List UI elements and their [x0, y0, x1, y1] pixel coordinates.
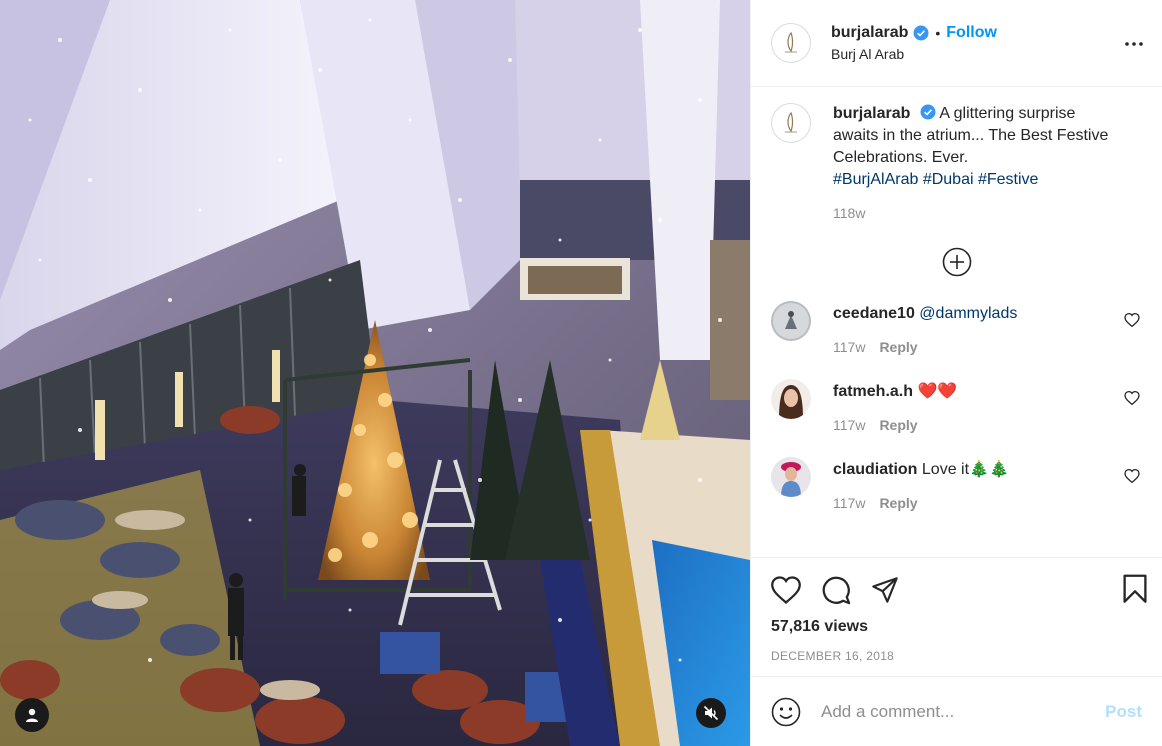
- comment-time[interactable]: 117w: [833, 495, 865, 511]
- load-more-icon[interactable]: [942, 247, 972, 277]
- comment: ceedane10 @dammylads 117w Reply: [771, 301, 1142, 355]
- add-comment-bar: Post: [751, 676, 1162, 746]
- share-icon[interactable]: [871, 576, 899, 604]
- commenter-avatar[interactable]: [771, 457, 811, 497]
- post-location[interactable]: Burj Al Arab: [831, 46, 997, 62]
- load-more-comments: [771, 247, 1142, 277]
- caption-username[interactable]: burjalarab: [833, 105, 910, 122]
- heart-icon[interactable]: [1124, 313, 1140, 327]
- comment-text: ❤️❤️: [917, 383, 958, 400]
- separator-dot: •: [935, 25, 941, 41]
- heart-icon[interactable]: [771, 576, 801, 604]
- post-video[interactable]: [0, 0, 750, 746]
- commenter-username[interactable]: claudiation: [833, 461, 917, 478]
- commenter-username[interactable]: fatmeh.a.h: [833, 383, 913, 400]
- atrium-video-frame: [0, 0, 750, 746]
- caption: burjalarab A glittering surprise awaits …: [771, 103, 1142, 221]
- comment-mention[interactable]: @dammylads: [919, 305, 1017, 322]
- author-username[interactable]: burjalarab: [831, 24, 908, 42]
- commenter-username[interactable]: ceedane10: [833, 305, 915, 322]
- caption-author-avatar[interactable]: [771, 103, 811, 143]
- comment-icon[interactable]: [821, 575, 851, 605]
- bookmark-icon[interactable]: [1122, 574, 1148, 604]
- post-dialog: burjalarab • Follow Burj Al Arab burjala…: [0, 0, 1162, 746]
- comments-list[interactable]: burjalarab A glittering surprise awaits …: [751, 87, 1162, 557]
- post-header: burjalarab • Follow Burj Al Arab: [751, 0, 1162, 87]
- post-comment-button[interactable]: Post: [1105, 702, 1142, 722]
- follow-button[interactable]: Follow: [946, 24, 997, 42]
- commenter-avatar[interactable]: [771, 301, 811, 341]
- reply-button[interactable]: Reply: [879, 495, 917, 511]
- comment-time[interactable]: 117w: [833, 339, 865, 355]
- comment: claudiation Love it🎄🎄 117w Reply: [771, 457, 1142, 511]
- post-side-panel: burjalarab • Follow Burj Al Arab burjala…: [750, 0, 1162, 746]
- caption-timestamp[interactable]: 118w: [833, 205, 1123, 221]
- post-date[interactable]: DECEMBER 16, 2018: [771, 649, 1142, 663]
- author-avatar[interactable]: [771, 23, 811, 63]
- comment-time[interactable]: 117w: [833, 417, 865, 433]
- comment: fatmeh.a.h ❤️❤️ 117w Reply: [771, 379, 1142, 433]
- commenter-avatar[interactable]: [771, 379, 811, 419]
- view-count[interactable]: 57,816 views: [771, 618, 1142, 636]
- comment-text: Love it🎄🎄: [921, 461, 1009, 478]
- reply-button[interactable]: Reply: [879, 339, 917, 355]
- verified-icon: [913, 25, 929, 41]
- verified-icon: [920, 104, 936, 120]
- hashtag-link[interactable]: #Dubai: [923, 171, 974, 188]
- emoji-icon[interactable]: [771, 697, 801, 727]
- mute-icon[interactable]: [696, 698, 726, 728]
- reply-button[interactable]: Reply: [879, 417, 917, 433]
- heart-icon[interactable]: [1124, 391, 1140, 405]
- hashtag-link[interactable]: #Festive: [978, 171, 1038, 188]
- post-actions: 57,816 views DECEMBER 16, 2018: [751, 557, 1162, 676]
- hashtag-link[interactable]: #BurjAlArab: [833, 171, 918, 188]
- heart-icon[interactable]: [1124, 469, 1140, 483]
- more-options-icon[interactable]: [1122, 34, 1146, 54]
- comment-input[interactable]: [821, 701, 1106, 722]
- user-tag-icon[interactable]: [15, 698, 49, 732]
